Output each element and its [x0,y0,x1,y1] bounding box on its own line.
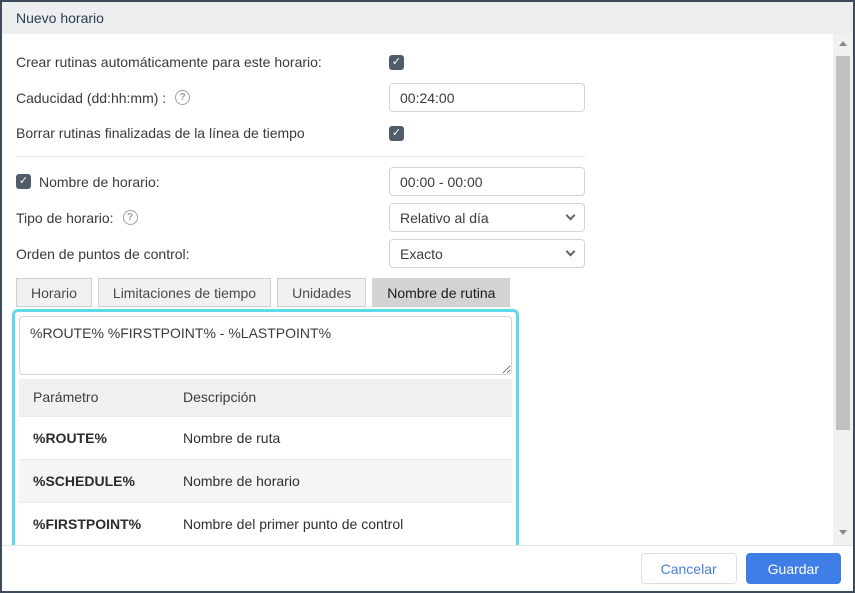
param-cell: %ROUTE% [19,415,169,459]
help-icon[interactable]: ? [122,210,138,225]
tab-bar: Horario Limitaciones de tiempo Unidades … [16,278,833,307]
dialog-footer: Cancelar Guardar [2,545,853,591]
auto-routines-label: Crear rutinas automáticamente para este … [16,54,322,70]
cancel-button[interactable]: Cancelar [640,553,737,584]
help-glyph: ? [179,92,186,103]
dialog-content: Crear rutinas automáticamente para este … [2,34,833,545]
table-header-row: Parámetro Descripción [19,379,512,416]
section-divider [16,156,585,157]
checkpoint-order-value: Exacto [400,245,443,262]
scroll-up-button[interactable] [833,34,853,52]
dialog-title: Nuevo horario [16,10,104,26]
chevron-down-icon [565,246,576,257]
row-expiration: Caducidad (dd:hh:mm) : ? [16,83,833,112]
save-button[interactable]: Guardar [745,553,841,584]
expiration-input[interactable] [389,83,585,112]
auto-routines-checkbox[interactable]: ✓ [389,54,404,70]
header-descripcion: Descripción [169,379,512,416]
schedule-type-select[interactable]: Relativo al día [389,203,585,232]
row-auto-routines: Crear rutinas automáticamente para este … [16,48,833,76]
row-delete-finished: Borrar rutinas finalizadas de la línea d… [16,119,833,147]
tab-limitaciones-de-tiempo[interactable]: Limitaciones de tiempo [97,278,272,307]
schedule-name-label-group: ✓ Nombre de horario: [16,174,389,190]
check-icon: ✓ [391,126,402,139]
check-icon: ✓ [391,55,402,68]
table-row: %SCHEDULE% Nombre de horario [19,458,512,502]
help-glyph: ? [126,212,134,223]
chevron-down-icon [565,210,576,221]
routine-name-pattern-textarea[interactable]: %ROUTE% %FIRSTPOINT% - %LASTPOINT% [19,316,512,375]
vertical-scrollbar[interactable] [833,34,853,545]
checkpoint-order-label: Orden de puntos de control: [16,245,190,262]
description-cell: Nombre del primer punto de control [169,501,512,545]
routine-name-pane: %ROUTE% %FIRSTPOINT% - %LASTPOINT% Parám… [12,309,519,545]
schedule-type-label-group: Tipo de horario: ? [16,210,389,226]
dialog-body: Crear rutinas automáticamente para este … [2,34,853,545]
description-cell: Nombre de horario [169,458,512,502]
tab-unidades[interactable]: Unidades [277,278,367,307]
schedule-name-label: Nombre de horario: [39,173,160,190]
parameters-table: Parámetro Descripción %ROUTE% Nombre de … [19,379,512,545]
param-cell: %SCHEDULE% [19,458,169,502]
param-cell: %FIRSTPOINT% [19,501,169,545]
table-row: %ROUTE% Nombre de ruta [19,415,512,459]
expiration-label: Caducidad (dd:hh:mm) : [16,89,167,106]
delete-finished-checkbox[interactable]: ✓ [389,125,404,141]
expiration-label-group: Caducidad (dd:hh:mm) : ? [16,90,389,106]
schedule-type-value: Relativo al día [400,209,489,226]
description-cell: Nombre de ruta [169,415,512,459]
scroll-up-icon [839,40,847,46]
scroll-down-icon [839,529,847,535]
schedule-name-checkbox[interactable]: ✓ [16,174,31,189]
check-icon: ✓ [18,175,29,187]
row-checkpoint-order: Orden de puntos de control: Exacto [16,239,833,268]
header-parametro: Parámetro [19,379,169,416]
scroll-down-button[interactable] [833,523,853,541]
schedule-type-label: Tipo de horario: [16,209,114,226]
tab-nombre-de-rutina[interactable]: Nombre de rutina [372,278,511,307]
checkpoint-order-select[interactable]: Exacto [389,239,585,268]
row-schedule-type: Tipo de horario: ? Relativo al día [16,203,833,232]
help-icon[interactable]: ? [175,90,191,105]
dialog-titlebar: Nuevo horario [2,2,853,34]
tab-horario[interactable]: Horario [16,278,92,307]
delete-finished-label: Borrar rutinas finalizadas de la línea d… [16,125,305,141]
scrollbar-thumb[interactable] [836,56,850,430]
row-schedule-name: ✓ Nombre de horario: [16,167,833,196]
table-row: %FIRSTPOINT% Nombre del primer punto de … [19,501,512,545]
schedule-name-input[interactable] [389,167,585,196]
new-schedule-dialog: Nuevo horario Crear rutinas automáticame… [0,0,855,593]
